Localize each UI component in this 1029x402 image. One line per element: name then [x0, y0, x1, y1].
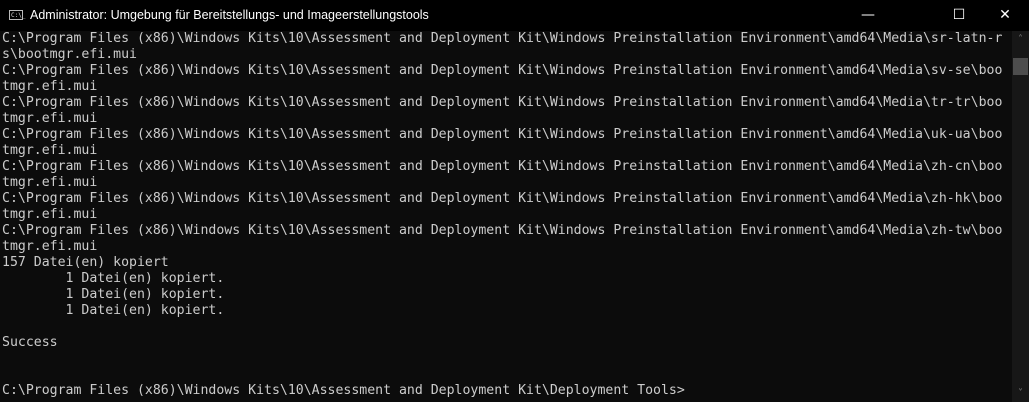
- console-line: s\bootmgr.efi.mui: [2, 47, 137, 62]
- console-line: 1 Datei(en) kopiert.: [2, 287, 225, 302]
- console-line: tmgr.efi.mui: [2, 143, 98, 158]
- console-line: C:\Program Files (x86)\Windows Kits\10\A…: [2, 31, 1003, 46]
- console-line: tmgr.efi.mui: [2, 79, 98, 94]
- console-line: Success: [2, 335, 58, 350]
- maximize-icon: ☐: [952, 7, 966, 23]
- minimize-icon: —: [861, 7, 875, 23]
- console-line: 157 Datei(en) kopiert: [2, 255, 169, 270]
- console-line: tmgr.efi.mui: [2, 239, 98, 254]
- scrollbar-thumb[interactable]: [1013, 58, 1028, 75]
- console-icon[interactable]: C:\_: [9, 10, 25, 20]
- console-line: C:\Program Files (x86)\Windows Kits\10\A…: [2, 223, 1003, 238]
- console-output[interactable]: C:\Program Files (x86)\Windows Kits\10\A…: [0, 31, 1014, 402]
- maximize-button[interactable]: ☐: [936, 0, 982, 31]
- console-line: tmgr.efi.mui: [2, 175, 98, 190]
- console-line: C:\Program Files (x86)\Windows Kits\10\A…: [2, 191, 1003, 206]
- minimize-button[interactable]: —: [845, 0, 891, 31]
- close-button[interactable]: ✕: [982, 0, 1028, 31]
- console-line: C:\Program Files (x86)\Windows Kits\10\A…: [2, 383, 685, 398]
- title-bar[interactable]: C:\_ Administrator: Umgebung für Bereits…: [0, 0, 1029, 31]
- console-line: C:\Program Files (x86)\Windows Kits\10\A…: [2, 127, 1003, 142]
- console-line: C:\Program Files (x86)\Windows Kits\10\A…: [2, 63, 1003, 78]
- console-line: C:\Program Files (x86)\Windows Kits\10\A…: [2, 159, 1003, 174]
- close-icon: ✕: [999, 7, 1011, 23]
- console-line: tmgr.efi.mui: [2, 207, 98, 222]
- console-line: tmgr.efi.mui: [2, 111, 98, 126]
- console-line: 1 Datei(en) kopiert.: [2, 303, 225, 318]
- window-title: Administrator: Umgebung für Bereitstellu…: [30, 8, 429, 22]
- scroll-up-arrow-icon[interactable]: ˄: [1012, 31, 1029, 48]
- console-line: C:\Program Files (x86)\Windows Kits\10\A…: [2, 95, 1003, 110]
- console-line: 1 Datei(en) kopiert.: [2, 271, 225, 286]
- vertical-scrollbar[interactable]: ˄ ˅: [1012, 31, 1029, 402]
- scroll-down-arrow-icon[interactable]: ˅: [1012, 385, 1029, 402]
